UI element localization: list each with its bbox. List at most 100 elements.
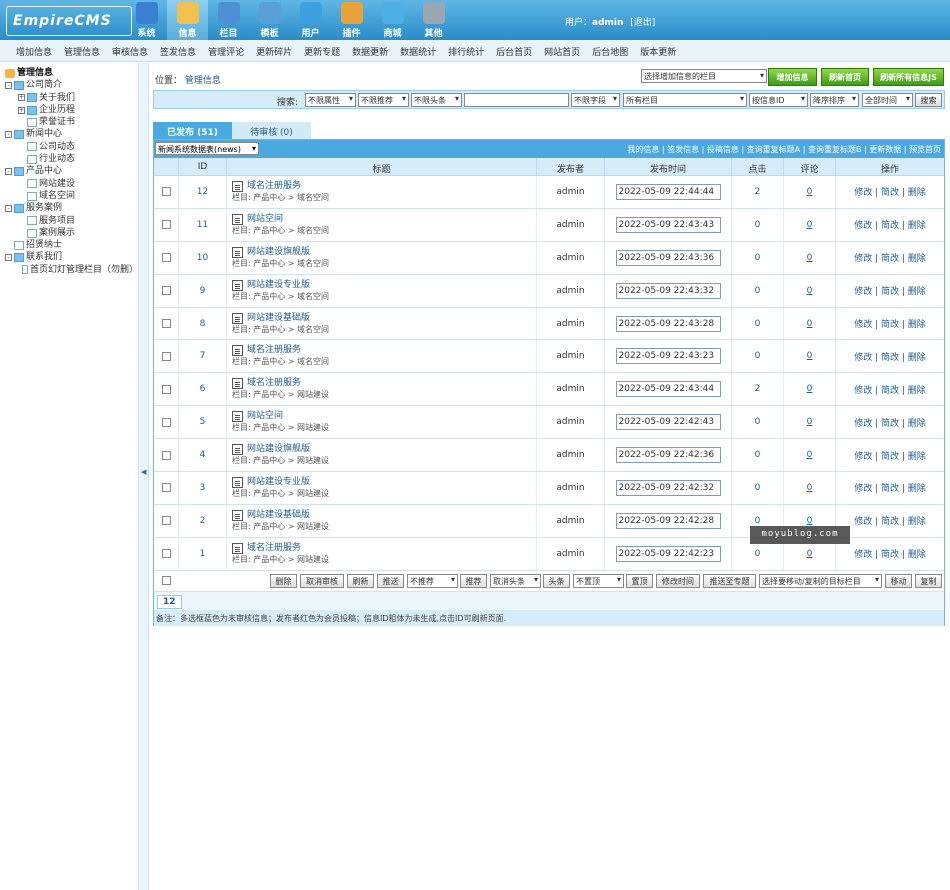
column-path-value[interactable]: 产品中心 > 域名空间 [253,193,329,202]
expand-icon[interactable]: + [18,106,25,114]
row-id[interactable]: 10 [179,241,227,274]
sidebar-tree-item[interactable]: - 新闻中心 [5,128,138,140]
row-time-input[interactable]: 2022-05-09 22:43:23 [615,348,721,365]
row-time-input[interactable]: 2022-05-09 22:43:43 [615,216,721,233]
sidebar-tree-item[interactable]: - 服务案例 [5,202,138,214]
edit-document-icon[interactable] [232,444,243,456]
subnav-item[interactable]: 审核信息 [106,40,154,61]
sidebar-tree-item[interactable]: 公司动态 [5,141,138,153]
top-nav-item[interactable]: 模板 [249,0,290,40]
row-id[interactable]: 4 [179,439,227,472]
tab-published[interactable]: 已发布 (51) [153,122,232,139]
column-path-value[interactable]: 产品中心 > 网站建设 [253,456,329,465]
row-comments-link[interactable]: 0 [807,483,813,493]
row-comments-link[interactable]: 0 [807,516,813,526]
top-nav-item[interactable]: 其他 [413,0,454,40]
collapse-icon[interactable]: - [5,131,12,139]
top-level-select[interactable]: 不置顶 [573,574,624,588]
sidebar-tree-item[interactable]: 首页幻灯管理栏目（勿删） [5,264,138,276]
row-time-input[interactable]: 2022-05-09 22:42:43 [615,414,721,431]
row-id[interactable]: 12 [179,176,227,208]
row-id[interactable]: 7 [179,340,227,373]
row-id[interactable]: 5 [179,406,227,439]
collapse-icon[interactable]: - [5,81,12,89]
delete-button[interactable]: 删除 [270,574,297,588]
row-id[interactable]: 8 [179,307,227,340]
row-title-link[interactable]: 域名注册服务 [247,181,301,192]
row-time-input[interactable]: 2022-05-09 22:42:28 [615,512,721,529]
collapse-icon[interactable]: - [5,204,12,212]
row-ops-links[interactable]: 修改 | 简改 | 删除 [854,514,926,527]
add-column-select[interactable]: 选择增加信息的栏目 ▾ [641,69,767,83]
edit-document-icon[interactable] [232,476,243,488]
row-id[interactable]: 2 [179,504,227,537]
recommend-level-select[interactable]: 不推荐 [407,574,458,588]
header-id[interactable]: ID [179,158,227,175]
add-info-button[interactable]: 增加信息 [768,68,817,86]
row-id[interactable]: 6 [179,373,227,406]
edit-document-icon[interactable] [232,378,243,390]
refresh-js-button[interactable]: 刷新所有信息JS [873,68,944,86]
edit-document-icon[interactable] [232,246,243,258]
row-checkbox[interactable] [161,516,171,526]
collapse-icon[interactable]: - [5,168,12,176]
headline-button[interactable]: 头条 [543,574,570,588]
column-path-value[interactable]: 产品中心 > 域名空间 [253,357,329,366]
row-ops-links[interactable]: 修改 | 简改 | 删除 [854,383,926,396]
subnav-item[interactable]: 后台地图 [586,40,634,61]
sidebar-tree-item[interactable]: + 关于我们 [5,92,138,104]
column-path-value[interactable]: 产品中心 > 网站建设 [253,522,329,531]
row-checkbox[interactable] [161,220,171,230]
row-time-input[interactable]: 2022-05-09 22:42:36 [615,447,721,464]
column-path-value[interactable]: 产品中心 > 域名空间 [253,292,329,301]
row-comments-link[interactable]: 0 [807,417,813,427]
row-time-input[interactable]: 2022-05-09 22:42:32 [615,479,721,496]
row-ops-links[interactable]: 修改 | 简改 | 删除 [854,317,926,330]
collapse-icon[interactable]: - [5,254,12,262]
headline-level-select[interactable]: 取消头条 [490,574,541,588]
subnav-item[interactable]: 数据统计 [394,40,442,61]
subnav-item[interactable]: 更新专题 [298,40,346,61]
row-title-link[interactable]: 网站空间 [247,214,283,225]
edit-document-icon[interactable] [232,345,243,357]
refresh-button[interactable]: 刷新 [347,574,374,588]
row-ops-links[interactable]: 修改 | 简改 | 删除 [854,251,926,264]
row-id[interactable]: 1 [179,537,227,570]
row-checkbox[interactable] [161,450,171,460]
row-comments-link[interactable]: 0 [807,351,813,361]
edit-document-icon[interactable] [232,542,243,554]
sidebar-tree-item[interactable]: 行业动态 [5,153,138,165]
modify-time-button[interactable]: 修改时间 [656,574,700,588]
headline-select[interactable]: 不限头条 [411,93,462,107]
recommend-select[interactable]: 不限推荐 [358,93,409,107]
edit-document-icon[interactable] [232,509,243,521]
copy-button[interactable]: 复制 [915,574,942,588]
tab-pending[interactable]: 待审核 (0) [232,122,311,139]
top-nav-item[interactable]: 栏目 [208,0,249,40]
row-comments-link[interactable]: 0 [807,384,813,394]
subnav-item[interactable]: 签发信息 [154,40,202,61]
column-path-value[interactable]: 产品中心 > 网站建设 [253,390,329,399]
sidebar-tree-item[interactable]: 招贤纳士 [5,239,138,251]
select-all-checkbox[interactable] [162,576,171,585]
edit-document-icon[interactable] [232,180,243,192]
sidebar-collapse-bar[interactable]: ◀ [139,63,149,890]
sidebar-tree-item[interactable]: 荣誉证书 [5,116,138,128]
column-path-value[interactable]: 产品中心 > 域名空间 [253,325,329,334]
top-button[interactable]: 置顶 [626,574,653,588]
edit-document-icon[interactable] [232,279,243,291]
row-time-input[interactable]: 2022-05-09 22:43:28 [615,315,721,332]
column-filter-select[interactable]: 所有栏目 [623,93,747,107]
row-ops-links[interactable]: 修改 | 简改 | 删除 [854,481,926,494]
data-table-select[interactable]: 新闻系统数据表(news) ▾ [155,142,259,155]
top-nav-item[interactable]: 插件 [331,0,372,40]
subnav-item[interactable]: 后台首页 [490,40,538,61]
row-checkbox[interactable] [161,319,171,328]
row-ops-links[interactable]: 修改 | 简改 | 删除 [854,449,926,462]
sort-order-select[interactable]: 降序排序 [810,93,859,107]
subnav-item[interactable]: 版本更新 [634,40,682,61]
attr-select[interactable]: 不限属性 [305,93,356,107]
row-checkbox[interactable] [161,253,171,263]
column-path-value[interactable]: 产品中心 > 域名空间 [253,259,329,268]
sidebar-tree-item[interactable]: - 产品中心 [5,165,138,177]
